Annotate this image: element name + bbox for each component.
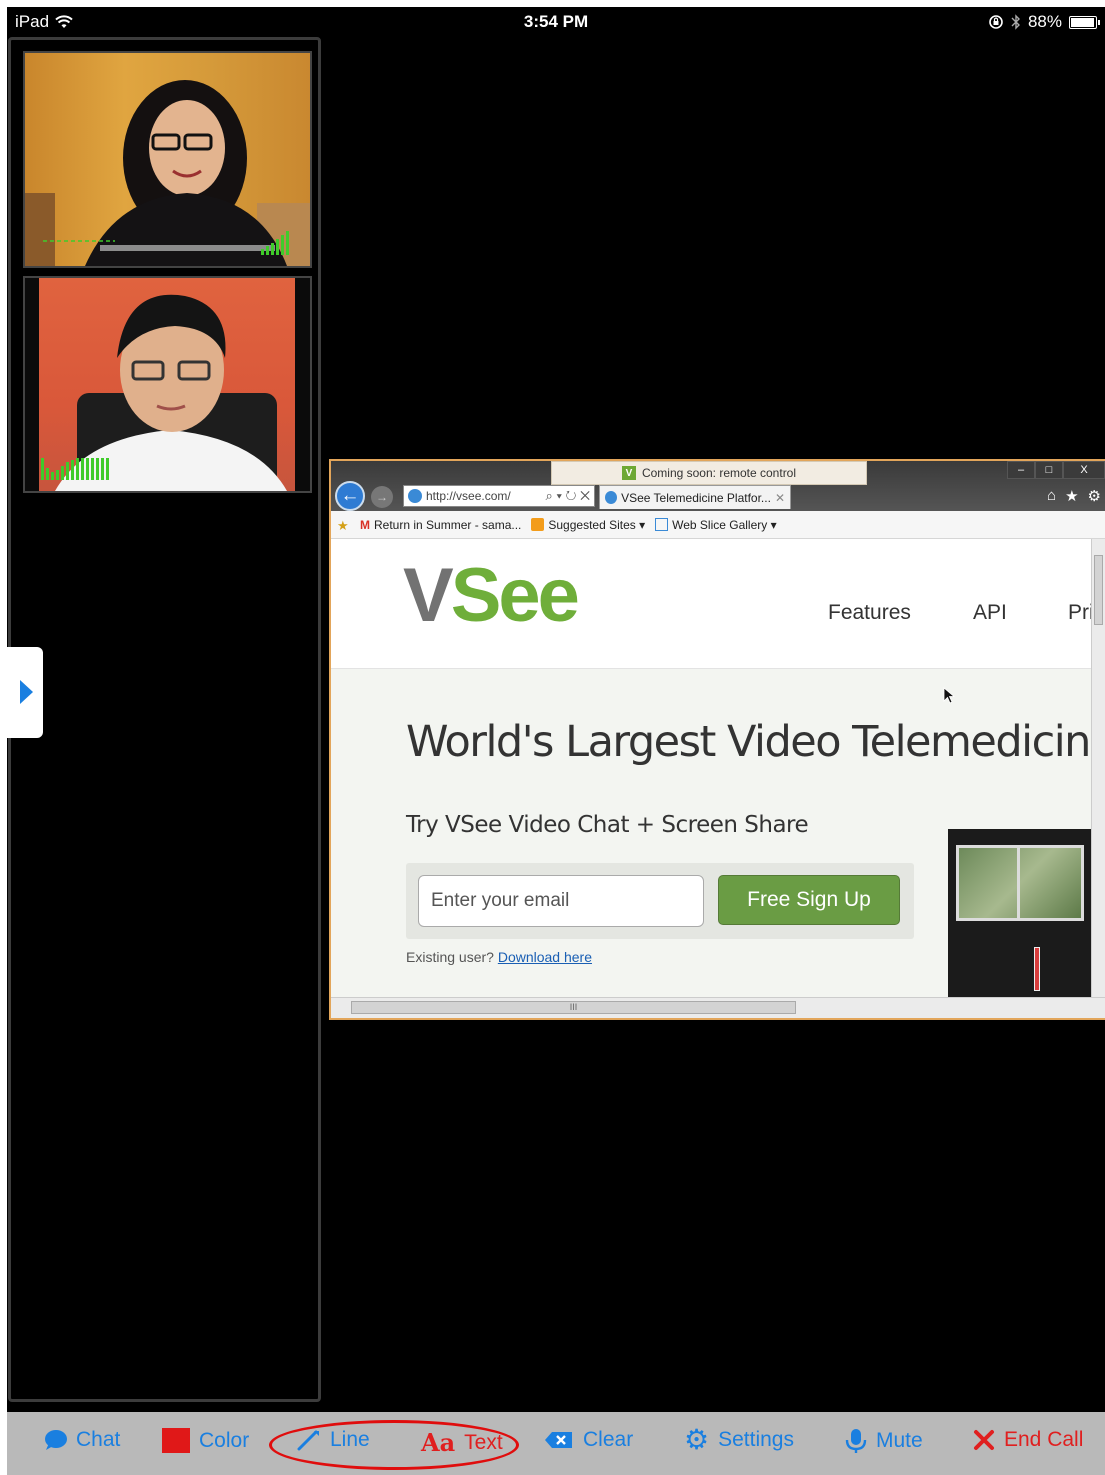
- forward-button[interactable]: →: [371, 486, 393, 508]
- mouse-cursor-icon: [943, 687, 955, 704]
- close-x-icon: [974, 1430, 994, 1450]
- browser-titlebar: V Coming soon: remote control – □ X ← → …: [331, 461, 1105, 511]
- rotation-lock-icon: [989, 15, 1003, 29]
- remote-control-notice: V Coming soon: remote control: [551, 461, 867, 485]
- close-window-button[interactable]: X: [1063, 461, 1105, 479]
- email-field[interactable]: Enter your email: [418, 875, 704, 927]
- vsee-logo-icon: V: [621, 466, 636, 480]
- signup-form: Enter your email Free Sign Up: [406, 863, 914, 939]
- free-sign-up-button[interactable]: Free Sign Up: [718, 875, 900, 925]
- chevron-right-icon: [20, 680, 33, 704]
- nav-link-features[interactable]: Features: [828, 601, 911, 625]
- home-icon[interactable]: ⌂: [1047, 487, 1056, 505]
- horizontal-scroll-thumb[interactable]: III: [351, 1001, 796, 1014]
- site-header: VSee Features API Pri: [331, 539, 1093, 669]
- promo-video-thumbnail[interactable]: [948, 829, 1093, 999]
- browser-tab[interactable]: VSee Telemedicine Platfor... ✕: [599, 485, 791, 509]
- favorite-item-return-in-summer[interactable]: M Return in Summer - sama...: [360, 518, 521, 532]
- favorite-item-suggested-sites[interactable]: Suggested Sites ▾: [531, 518, 645, 532]
- download-here-link[interactable]: Download here: [498, 949, 592, 965]
- participant-video-2[interactable]: [23, 276, 312, 493]
- clear-button[interactable]: Clear: [544, 1428, 633, 1452]
- hero-subheading: Try VSee Video Chat + Screen Share: [406, 812, 809, 838]
- battery-percent: 88%: [1027, 12, 1062, 31]
- clock: 3:54 PM: [523, 12, 589, 31]
- bluetooth-icon: [1011, 14, 1020, 30]
- web-slice-icon: [655, 518, 669, 531]
- horizontal-scrollbar[interactable]: III: [331, 997, 1105, 1018]
- vsee-logo[interactable]: VSee: [403, 551, 580, 641]
- battery-icon: [1069, 15, 1100, 29]
- url-text: http://vsee.com/: [426, 489, 511, 503]
- favorites-bar: ★ M Return in Summer - sama... Suggested…: [331, 511, 1105, 539]
- tab-close-button[interactable]: ✕: [775, 491, 785, 505]
- panel-toggle-button[interactable]: [7, 647, 43, 738]
- status-bar: iPad 3:54 PM 88%: [7, 7, 1105, 37]
- color-button[interactable]: Color: [162, 1428, 249, 1453]
- ipad-screen: iPad 3:54 PM 88% V Coming soon: remote c…: [7, 7, 1105, 1475]
- suggested-sites-icon: [531, 518, 545, 531]
- minimize-button[interactable]: –: [1007, 461, 1035, 479]
- vertical-scrollbar[interactable]: [1091, 539, 1105, 999]
- end-call-button[interactable]: End Call: [973, 1428, 1083, 1452]
- ie-page-icon: [408, 489, 422, 503]
- microphone-icon: [845, 1429, 867, 1453]
- favorites-star-icon[interactable]: ★: [337, 518, 350, 533]
- favorite-item-web-slice-gallery[interactable]: Web Slice Gallery ▾: [655, 518, 777, 532]
- favorites-star-icon[interactable]: ★: [1065, 487, 1078, 505]
- chat-bubble-icon: [45, 1430, 67, 1450]
- address-bar[interactable]: http://vsee.com/ ⌕ ▾ ↻ ✕: [403, 485, 595, 507]
- participants-panel: [8, 37, 321, 1402]
- call-toolbar: Chat Color Line Aa Text Clear ⚙ Settings…: [7, 1412, 1105, 1475]
- participant-video-1[interactable]: [23, 51, 312, 268]
- web-page-content: VSee Features API Pri World's Largest Vi…: [331, 539, 1093, 999]
- ie-tab-icon: [605, 491, 618, 504]
- shared-screen-browser[interactable]: V Coming soon: remote control – □ X ← → …: [329, 459, 1105, 1020]
- gear-icon: ⚙: [684, 1424, 710, 1455]
- audio-level-meter: [261, 231, 289, 255]
- window-controls: – □ X: [1007, 461, 1105, 479]
- chat-button[interactable]: Chat: [43, 1428, 120, 1452]
- tab-title: VSee Telemedicine Platfor...: [621, 490, 771, 505]
- mute-button[interactable]: Mute: [845, 1428, 923, 1454]
- back-button[interactable]: ←: [335, 481, 365, 511]
- nav-link-api[interactable]: API: [973, 601, 1007, 625]
- nav-link-pricing[interactable]: Pri: [1068, 601, 1093, 625]
- clear-eraser-icon: [545, 1432, 572, 1448]
- highlight-annotation-circle: [269, 1420, 519, 1470]
- hero-headline: World's Largest Video Telemedicine: [406, 717, 1093, 767]
- existing-user-text: Existing user? Download here: [406, 949, 592, 965]
- gmail-icon: M: [360, 517, 370, 532]
- address-controls[interactable]: ⌕ ▾ ↻ ✕: [546, 488, 594, 504]
- color-swatch-icon: [162, 1428, 190, 1453]
- settings-button[interactable]: ⚙ Settings: [684, 1424, 794, 1455]
- browser-tool-icons: ⌂ ★ ⚙: [1047, 487, 1101, 505]
- gear-icon[interactable]: ⚙: [1088, 487, 1101, 505]
- maximize-button[interactable]: □: [1035, 461, 1063, 479]
- audio-level-meter: [41, 458, 109, 480]
